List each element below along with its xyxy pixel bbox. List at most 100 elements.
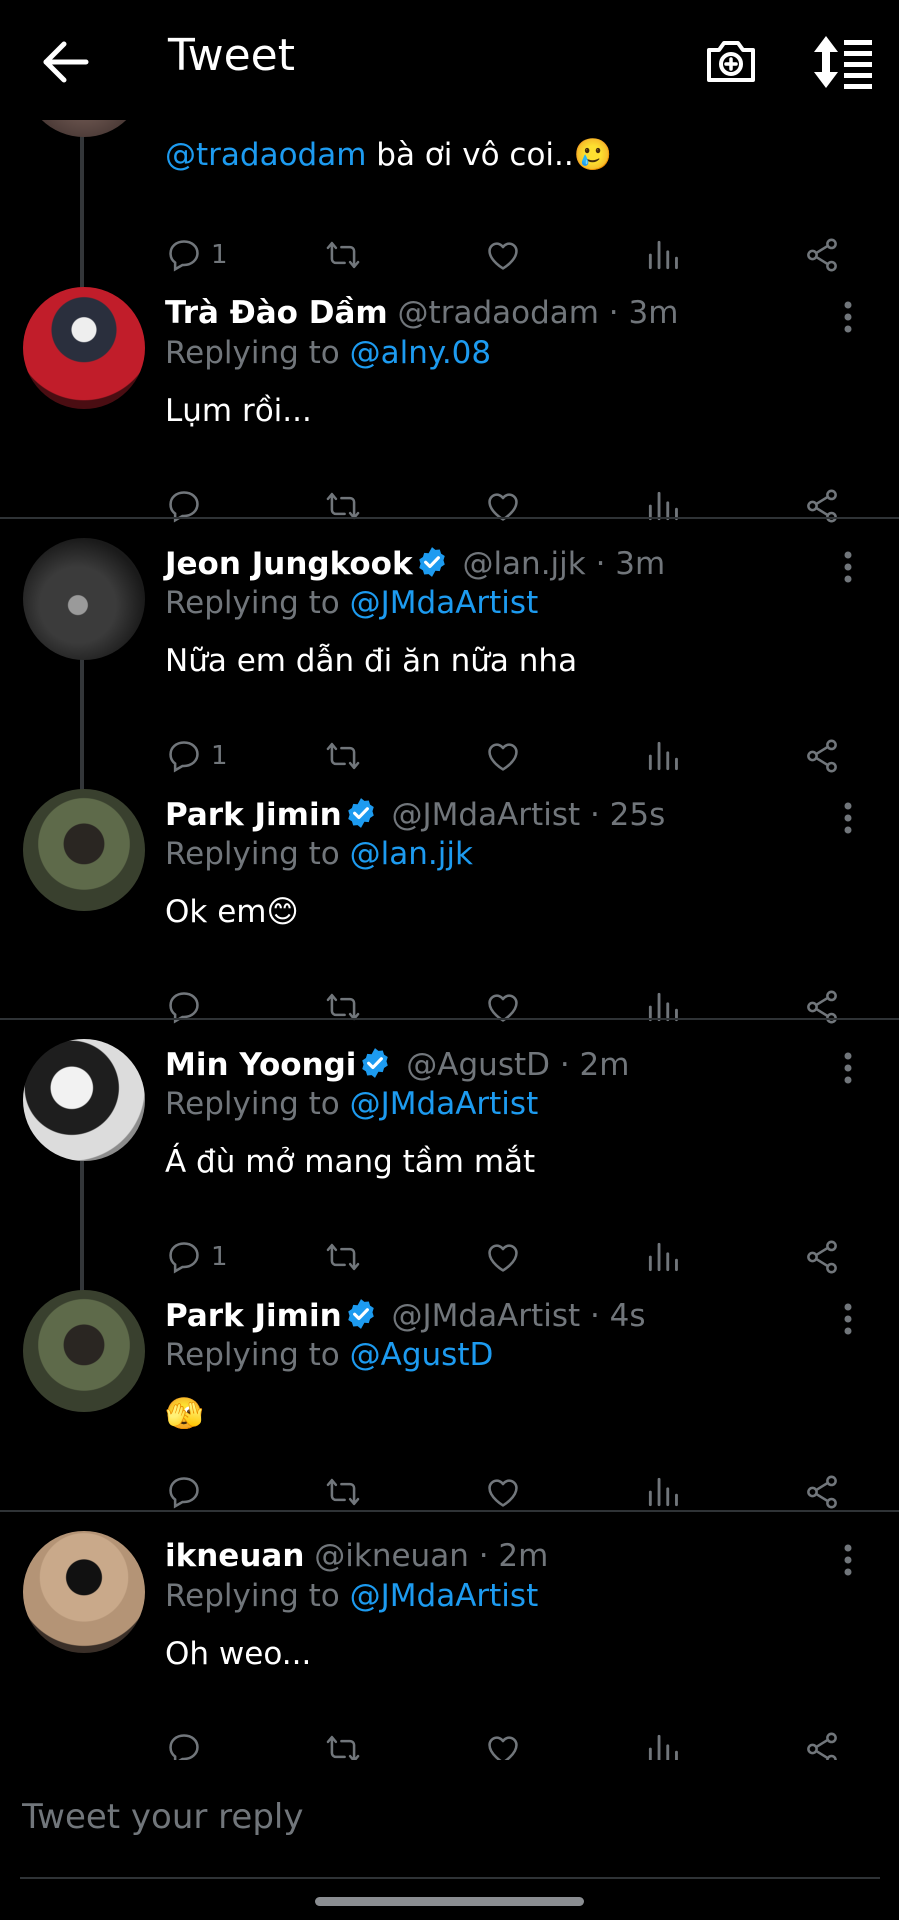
share-icon <box>803 988 841 1026</box>
like-button[interactable] <box>484 1724 522 1760</box>
retweet-icon <box>324 1238 362 1276</box>
retweet-button[interactable] <box>324 982 362 1032</box>
share-button[interactable] <box>803 982 841 1032</box>
more-options-button[interactable] <box>830 1299 866 1339</box>
mention-link[interactable]: @alny.08 <box>350 335 491 371</box>
views-icon <box>644 988 682 1026</box>
avatar[interactable] <box>23 120 145 137</box>
share-button[interactable] <box>803 731 841 781</box>
reply-button[interactable] <box>165 1724 203 1760</box>
handle-time: @tradaodam · 3m <box>397 295 679 331</box>
display-name[interactable]: Trà Đào Dầm <box>165 295 388 331</box>
reply-button[interactable]: 1 <box>165 731 228 781</box>
heart-icon <box>484 1730 522 1760</box>
more-options-button[interactable] <box>830 1540 866 1580</box>
reply-input-underline <box>20 1877 880 1879</box>
verified-badge-icon <box>415 545 449 579</box>
views-button[interactable] <box>644 1724 682 1760</box>
views-button[interactable] <box>644 481 682 531</box>
page-title: Tweet <box>168 30 295 81</box>
retweet-icon <box>324 487 362 525</box>
handle-time: @AgustD · 2m <box>406 1047 630 1083</box>
reply-icon <box>165 737 203 775</box>
display-name[interactable]: ikneuan <box>165 1538 304 1574</box>
mention-link[interactable]: @AgustD <box>350 1337 494 1373</box>
camera-button[interactable] <box>704 34 758 88</box>
retweet-icon <box>324 1730 362 1760</box>
heart-icon <box>484 1473 522 1511</box>
avatar[interactable] <box>23 1531 145 1653</box>
more-options-button[interactable] <box>830 297 866 337</box>
views-button[interactable] <box>644 982 682 1032</box>
handle-time: @lan.jjk · 3m <box>462 546 666 582</box>
top-bar: Tweet <box>0 0 899 120</box>
tweet-actions: 1 <box>0 731 899 781</box>
reply-icon <box>165 1473 203 1511</box>
sort-button[interactable] <box>812 34 874 90</box>
views-button[interactable] <box>644 230 682 280</box>
tweet-actions <box>0 982 899 1032</box>
retweet-icon <box>324 737 362 775</box>
tweet-text: 🫣 <box>165 1396 204 1432</box>
tweet-actions: 1 <box>0 1232 899 1282</box>
share-button[interactable] <box>803 1724 841 1760</box>
avatar[interactable] <box>23 1039 145 1161</box>
retweet-icon <box>324 236 362 274</box>
more-options-button[interactable] <box>830 798 866 838</box>
retweet-icon <box>324 1473 362 1511</box>
like-button[interactable] <box>484 731 522 781</box>
mention-link[interactable]: @lan.jjk <box>350 836 473 872</box>
sort-icon <box>814 36 872 89</box>
views-icon <box>644 236 682 274</box>
display-name[interactable]: Park Jimin <box>165 1298 342 1334</box>
reply-count: 1 <box>211 1242 228 1272</box>
tweet-text: Ok em😊 <box>165 894 299 930</box>
display-name[interactable]: Min Yoongi <box>165 1047 356 1083</box>
views-button[interactable] <box>644 731 682 781</box>
display-name[interactable]: Jeon Jungkook <box>165 546 413 582</box>
avatar[interactable] <box>23 789 145 911</box>
reply-button[interactable] <box>165 982 203 1032</box>
more-options-button[interactable] <box>830 1048 866 1088</box>
divider <box>0 1510 899 1512</box>
retweet-button[interactable] <box>324 230 362 280</box>
avatar[interactable] <box>23 1290 145 1412</box>
tweet-header: Trà Đào Dầm @tradaodam · 3m <box>165 295 809 331</box>
reply-icon <box>165 487 203 525</box>
retweet-button[interactable] <box>324 1232 362 1282</box>
share-button[interactable] <box>803 230 841 280</box>
reply-button[interactable] <box>165 481 203 531</box>
like-button[interactable] <box>484 230 522 280</box>
home-indicator[interactable] <box>315 1897 584 1906</box>
share-button[interactable] <box>803 481 841 531</box>
reply-button[interactable]: 1 <box>165 1232 228 1282</box>
mention-link[interactable]: @JMdaArtist <box>350 1578 539 1614</box>
reply-count: 1 <box>211 741 228 771</box>
tweet-actions <box>0 1724 899 1760</box>
display-name[interactable]: Park Jimin <box>165 797 342 833</box>
mention-link[interactable]: @JMdaArtist <box>350 1086 539 1122</box>
verified-badge-icon <box>358 1046 392 1080</box>
retweet-button[interactable] <box>324 731 362 781</box>
views-icon <box>644 1473 682 1511</box>
avatar[interactable] <box>23 538 145 660</box>
mention-link[interactable]: @JMdaArtist <box>350 585 539 621</box>
mention-link[interactable]: @tradaodam <box>165 137 366 173</box>
reply-count: 1 <box>211 240 228 270</box>
retweet-button[interactable] <box>324 1724 362 1760</box>
share-button[interactable] <box>803 1232 841 1282</box>
handle-time: @JMdaArtist · 25s <box>391 797 666 833</box>
reply-button[interactable]: 1 <box>165 230 228 280</box>
more-options-button[interactable] <box>830 547 866 587</box>
like-button[interactable] <box>484 1232 522 1282</box>
avatar[interactable] <box>23 287 145 409</box>
reply-icon <box>165 1238 203 1276</box>
retweet-button[interactable] <box>324 481 362 531</box>
like-button[interactable] <box>484 481 522 531</box>
back-button[interactable] <box>38 34 94 90</box>
views-button[interactable] <box>644 1232 682 1282</box>
like-button[interactable] <box>484 982 522 1032</box>
replying-to: Replying to @JMdaArtist <box>165 1086 539 1122</box>
heart-icon <box>484 487 522 525</box>
reply-input[interactable] <box>20 1788 884 1846</box>
